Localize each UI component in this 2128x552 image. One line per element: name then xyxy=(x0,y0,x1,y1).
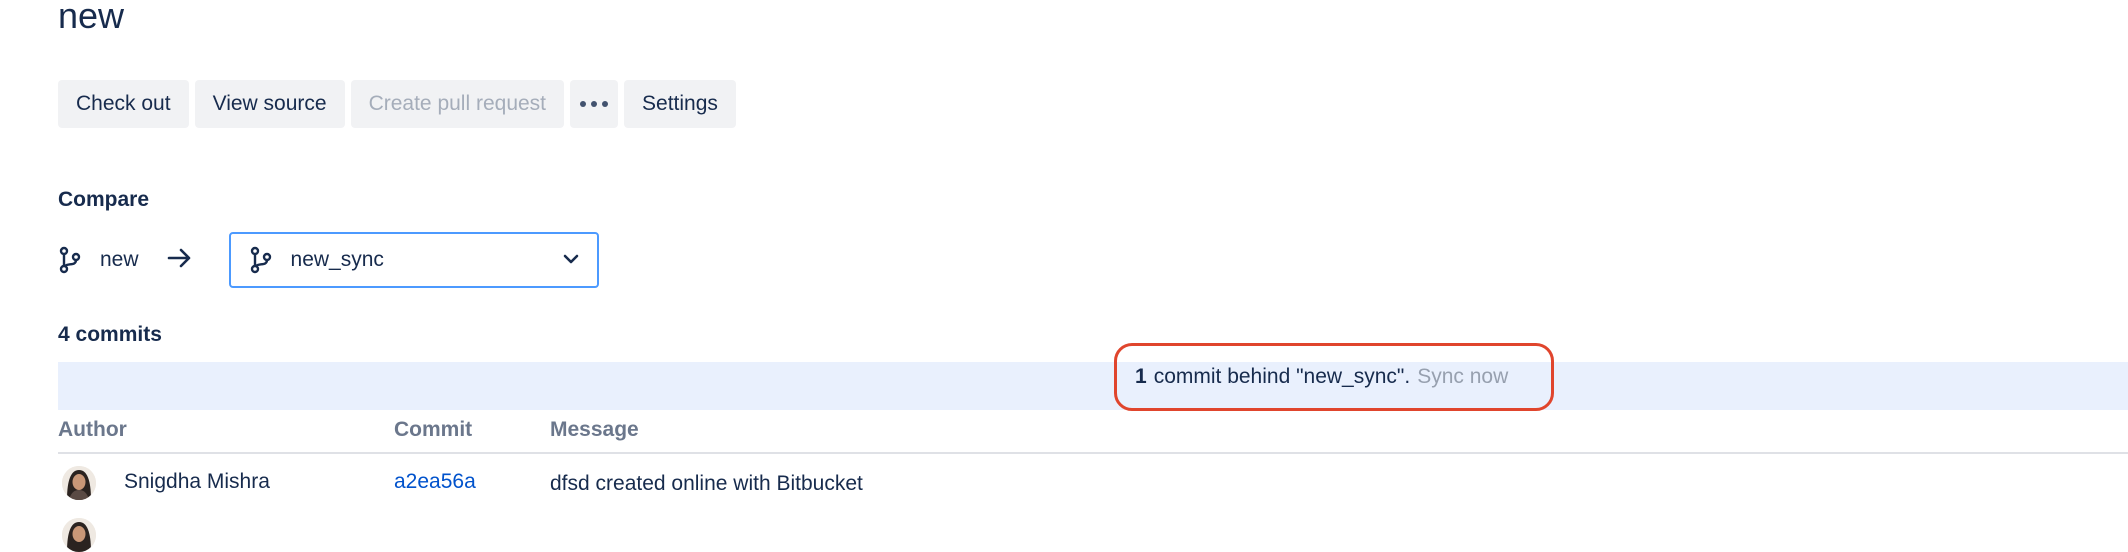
compare-label: Compare xyxy=(58,188,150,211)
create-pull-request-button[interactable]: Create pull request xyxy=(350,80,565,128)
arrow-right-icon xyxy=(167,247,193,274)
page-title: new xyxy=(58,0,125,36)
settings-button[interactable]: Settings xyxy=(624,80,736,128)
author-avatar[interactable] xyxy=(62,466,96,500)
author-avatar[interactable] xyxy=(62,518,96,552)
check-out-button[interactable]: Check out xyxy=(58,80,189,128)
column-header-commit[interactable]: Commit xyxy=(394,418,472,442)
table-header-divider xyxy=(58,452,2128,454)
target-branch-select[interactable]: new_sync xyxy=(228,232,599,288)
behind-count: 1 xyxy=(1135,365,1147,388)
source-branch-name: new xyxy=(100,248,139,271)
column-header-author[interactable]: Author xyxy=(58,418,127,442)
branch-icon xyxy=(249,246,273,274)
branch-toolbar: Check out View source Create pull reques… xyxy=(58,80,736,128)
commit-hash-link[interactable]: a2ea56a xyxy=(394,470,476,494)
branch-icon xyxy=(58,246,82,274)
commits-count: 4 commits xyxy=(58,323,162,346)
view-source-button[interactable]: View source xyxy=(194,80,345,128)
compare-row: new new_sync xyxy=(58,230,599,290)
target-branch-name: new_sync xyxy=(290,248,384,271)
sync-status-bar xyxy=(58,362,2128,410)
author-name[interactable]: Snigdha Mishra xyxy=(124,470,270,494)
column-header-message[interactable]: Message xyxy=(550,418,639,442)
more-actions-button[interactable] xyxy=(570,80,619,128)
chevron-down-icon xyxy=(563,251,579,269)
behind-text: commit behind "new_sync". xyxy=(1153,365,1411,388)
more-horizontal-icon xyxy=(580,101,609,107)
commit-message: dfsd created online with Bitbucket xyxy=(550,472,863,495)
sync-notice-highlight: 1 commit behind "new_sync". Sync now xyxy=(1114,343,1554,411)
sync-now-link[interactable]: Sync now xyxy=(1417,365,1508,389)
